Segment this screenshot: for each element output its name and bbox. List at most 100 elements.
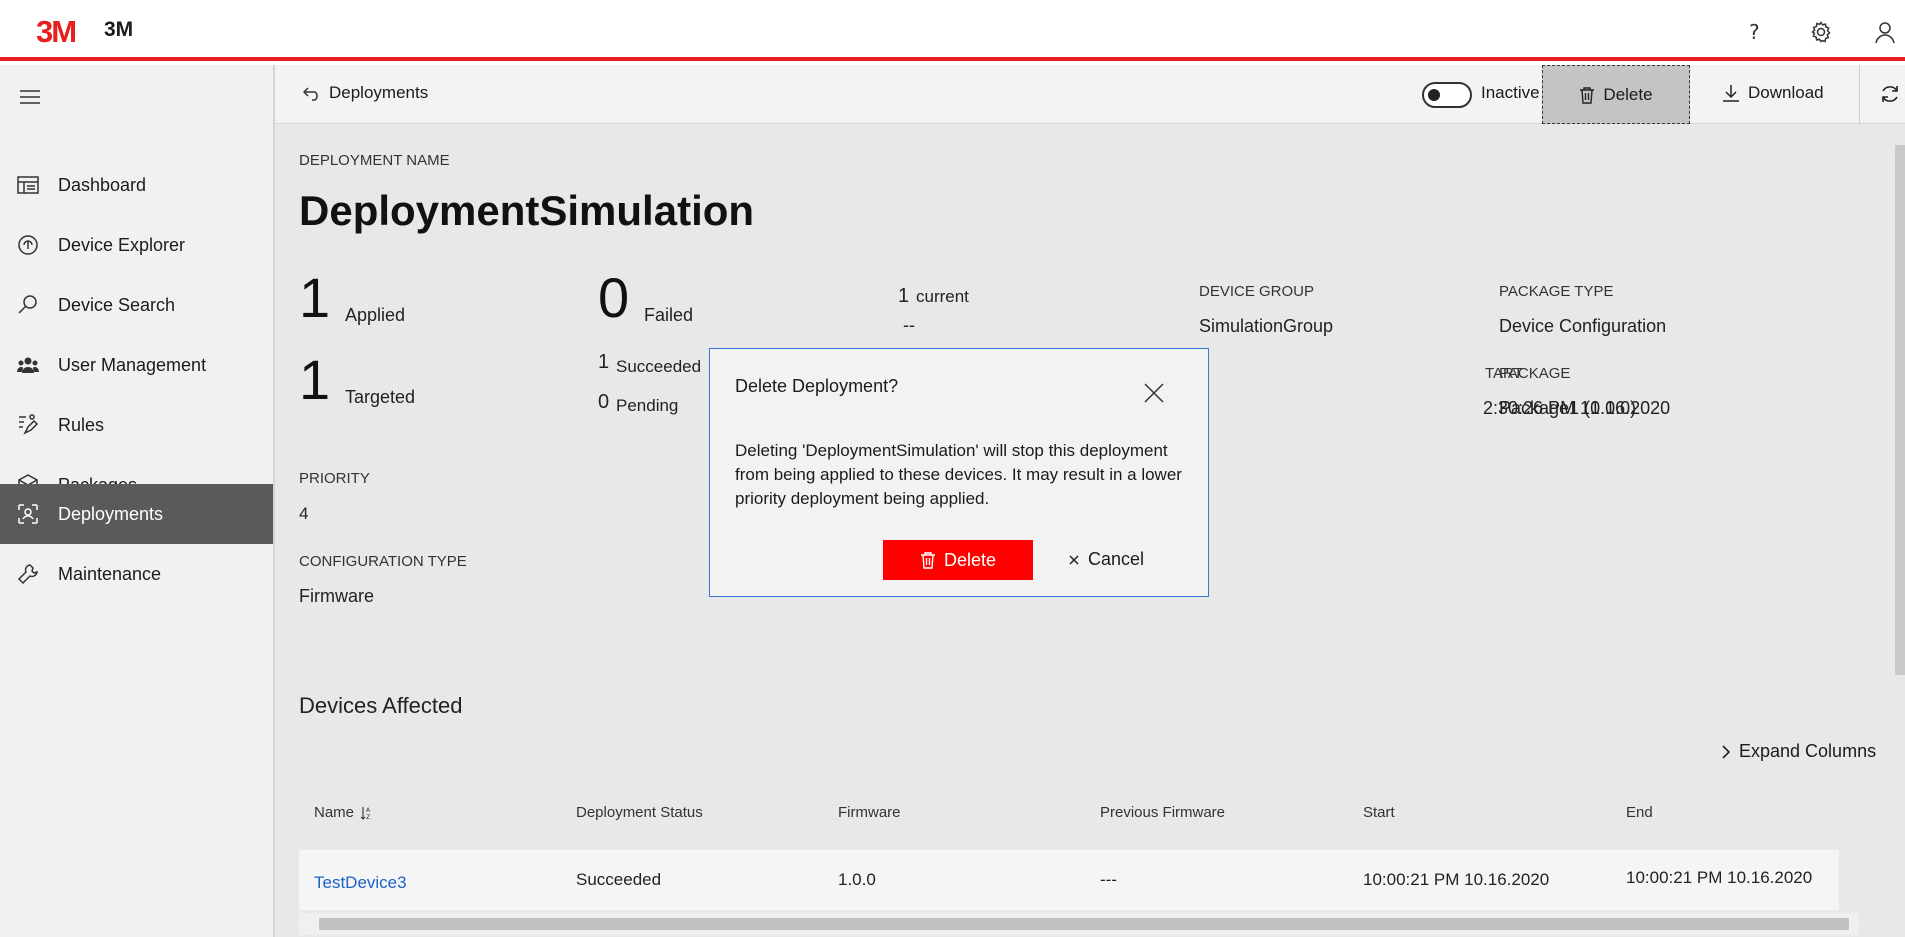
brand-logo[interactable]: 3M xyxy=(36,14,77,50)
devices-affected-title: Devices Affected xyxy=(299,693,463,718)
scrollbar-thumb[interactable] xyxy=(319,918,1849,930)
expand-columns-button[interactable]: Expand Columns xyxy=(1721,741,1876,762)
end-cell: 10:00:21 PM 10.16.2020 xyxy=(1626,868,1813,887)
sidebar-item-label: Device Search xyxy=(58,294,176,315)
confirm-delete-button[interactable]: Delete xyxy=(883,540,1033,580)
column-header-firmware[interactable]: Firmware xyxy=(838,804,901,821)
back-arrow-icon xyxy=(303,85,323,101)
vertical-scrollbar[interactable] xyxy=(1895,145,1905,675)
current-label: current xyxy=(916,287,969,306)
user-icon[interactable] xyxy=(1873,20,1897,44)
column-header-previous-firmware[interactable]: Previous Firmware xyxy=(1100,804,1225,821)
page-title: DeploymentSimulation xyxy=(299,187,755,234)
delete-label: Delete xyxy=(1603,84,1653,104)
package-type-label: PACKAGE TYPE xyxy=(1499,283,1614,300)
toggle-label: Inactive xyxy=(1481,83,1540,102)
applied-label: Applied xyxy=(345,305,406,325)
targeted-count: 1 xyxy=(299,348,331,411)
succeeded-count: 1 xyxy=(598,351,610,373)
package-label: PACKAGE xyxy=(1499,365,1571,382)
sidebar-item-dashboard[interactable]: Dashboard xyxy=(0,155,273,215)
sort-icon[interactable]: AZ xyxy=(360,806,372,820)
sidebar-item-deployments[interactable]: Deployments xyxy=(0,484,273,544)
trash-icon xyxy=(920,551,936,569)
close-icon[interactable] xyxy=(1142,381,1166,405)
device-group-value: SimulationGroup xyxy=(1199,316,1334,336)
dialog-title: Delete Deployment? xyxy=(735,376,899,396)
priority-value: 4 xyxy=(299,504,309,523)
svg-text:Z: Z xyxy=(366,814,370,820)
failed-count: 0 xyxy=(598,266,630,329)
deployment-status-cell: Succeeded xyxy=(576,870,662,889)
column-header-end[interactable]: End xyxy=(1626,804,1653,821)
svg-text:?: ? xyxy=(1749,20,1760,44)
sidebar-item-device-explorer[interactable]: Device Explorer xyxy=(0,215,273,275)
column-header-deployment-status[interactable]: Deployment Status xyxy=(576,804,703,821)
sidebar-item-user-management[interactable]: User Management xyxy=(0,335,273,395)
sidebar-item-label: Rules xyxy=(58,414,105,435)
sidebar-item-label: Dashboard xyxy=(58,174,147,195)
svg-text:A: A xyxy=(366,807,371,814)
sidebar-item-maintenance[interactable]: Maintenance xyxy=(0,544,273,604)
help-icon[interactable]: ? xyxy=(1742,20,1766,44)
deployments-icon xyxy=(16,502,40,526)
rules-icon xyxy=(16,413,40,437)
priority-label: PRIORITY xyxy=(299,470,370,487)
failed-label: Failed xyxy=(644,305,694,325)
chevron-right-icon xyxy=(1721,744,1731,760)
pending-label: Pending xyxy=(616,396,679,415)
succeeded-label: Succeeded xyxy=(616,357,702,376)
download-button[interactable]: Download xyxy=(1722,83,1824,103)
horizontal-scrollbar[interactable] xyxy=(299,913,1859,935)
back-to-deployments-link[interactable]: Deployments xyxy=(303,83,428,103)
sidebar: Dashboard Device Explorer Device Search … xyxy=(0,65,275,937)
applied-count: 1 xyxy=(299,266,331,329)
sidebar-item-label: Deployments xyxy=(58,503,164,524)
back-label: Deployments xyxy=(329,83,429,102)
confirm-delete-label: Delete xyxy=(943,549,997,570)
cancel-label: Cancel xyxy=(1088,549,1145,569)
settings-icon[interactable] xyxy=(1809,20,1833,44)
brand-name: 3M xyxy=(104,18,134,41)
sidebar-item-label: Maintenance xyxy=(58,563,162,584)
search-icon xyxy=(16,293,40,317)
dashboard-icon xyxy=(16,173,40,197)
toggle-knob xyxy=(1428,89,1440,101)
current-value: -- xyxy=(903,315,915,335)
configuration-type-label: CONFIGURATION TYPE xyxy=(299,553,467,570)
download-label: Download xyxy=(1748,83,1824,102)
sidebar-item-rules[interactable]: Rules xyxy=(0,395,273,455)
users-icon xyxy=(16,353,40,377)
previous-firmware-cell: --- xyxy=(1100,870,1117,889)
column-header-start[interactable]: Start xyxy=(1363,804,1395,821)
delete-deployment-dialog: Delete Deployment? Deleting 'DeploymentS… xyxy=(709,348,1209,597)
sidebar-item-label: User Management xyxy=(58,354,207,375)
sidebar-item-device-search[interactable]: Device Search xyxy=(0,275,273,335)
pending-count: 0 xyxy=(598,391,610,413)
hamburger-menu-icon[interactable] xyxy=(18,85,42,109)
command-bar: Deployments Inactive Delete Download xyxy=(275,65,1905,124)
cancel-button[interactable]: Cancel xyxy=(1068,549,1144,570)
current-count: 1 xyxy=(898,285,910,307)
start-cell: 10:00:21 PM 10.16.2020 xyxy=(1363,870,1550,889)
package-type-value: Device Configuration xyxy=(1499,316,1667,336)
dialog-message: Deleting 'DeploymentSimulation' will sto… xyxy=(735,441,1182,508)
firmware-cell: 1.0.0 xyxy=(838,870,876,889)
device-name-link[interactable]: TestDevice3 xyxy=(314,873,407,893)
refresh-icon[interactable] xyxy=(1879,83,1901,105)
close-icon xyxy=(1068,554,1080,566)
active-toggle[interactable] xyxy=(1422,82,1472,108)
download-icon xyxy=(1722,84,1740,102)
top-header: 3M 3M ? xyxy=(0,0,1905,61)
sidebar-item-label: Device Explorer xyxy=(58,234,186,255)
maintenance-icon xyxy=(16,562,40,586)
column-header-name[interactable]: Name AZ xyxy=(314,804,372,821)
expand-columns-label: Expand Columns xyxy=(1739,741,1877,761)
targeted-label: Targeted xyxy=(345,387,416,407)
table-header: Name AZ Deployment Status Firmware Previ… xyxy=(299,790,1879,840)
package-value: Package1 (1.0.0) xyxy=(1499,398,1637,418)
table-row[interactable]: TestDevice3 Succeeded 1.0.0 --- 10:00:21… xyxy=(299,850,1839,910)
divider xyxy=(1859,65,1860,124)
delete-button[interactable]: Delete xyxy=(1542,65,1690,124)
trash-icon xyxy=(1579,86,1595,104)
